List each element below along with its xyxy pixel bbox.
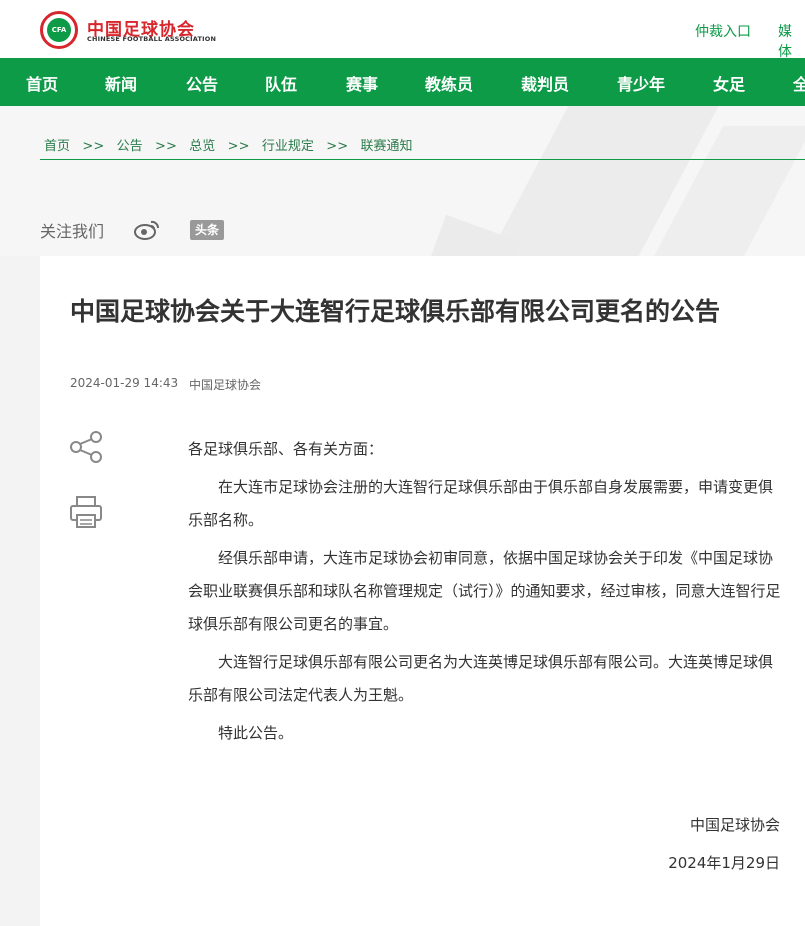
breadcrumb: 首页 >> 公告 >> 总览 >> 行业规定 >> 联赛通知 <box>44 135 413 154</box>
nav-item-referees[interactable]: 裁判员 <box>521 71 569 95</box>
header-band <box>0 106 805 256</box>
article-signature: 中国足球协会 <box>689 816 780 834</box>
article-paragraph: 大连智行足球俱乐部有限公司更名为大连英博足球俱乐部有限公司。大连英博足球俱乐部有… <box>188 653 774 704</box>
article-paragraph: 特此公告。 <box>218 724 294 742</box>
article-source: 中国足球协会 <box>189 378 262 392</box>
article-title: 中国足球协会关于大连智行足球俱乐部有限公司更名的公告 <box>70 297 721 326</box>
article-paragraph: 在大连市足球协会注册的大连智行足球俱乐部由于俱乐部自身发展需要，申请变更俱乐部名… <box>188 478 774 529</box>
nav-item-womens[interactable]: 女足 <box>713 71 745 95</box>
nav-item-teams[interactable]: 队伍 <box>265 71 297 95</box>
arbitration-link[interactable]: 仲裁入口 <box>695 21 751 41</box>
cfa-logo[interactable]: CFA <box>40 11 78 49</box>
article-paragraph: 经俱乐部申请，大连市足球协会初审同意，依据中国足球协会关于印发《中国足球协会职业… <box>188 549 781 633</box>
nav-item-coaches[interactable]: 教练员 <box>425 71 473 95</box>
weibo-icon[interactable] <box>133 218 161 240</box>
logo-subtitle: CHINESE FOOTBALL ASSOCIATION <box>87 35 217 43</box>
nav-item-news[interactable]: 新闻 <box>105 71 137 95</box>
breadcrumb-overview[interactable]: 总览 <box>189 139 215 154</box>
media-link[interactable]: 媒体 <box>778 21 805 61</box>
top-bar: CFA 中国足球协会 CHINESE FOOTBALL ASSOCIATION … <box>0 0 805 61</box>
logo-badge: CFA <box>51 26 67 34</box>
nav-item-events[interactable]: 赛事 <box>346 71 378 95</box>
print-icon[interactable] <box>69 495 103 529</box>
breadcrumb-separator: >> <box>227 139 250 154</box>
breadcrumb-regulations[interactable]: 行业规定 <box>262 139 314 154</box>
article-body: 各足球俱乐部、各有关方面： 在大连市足球协会注册的大连智行足球俱乐部由于俱乐部自… <box>188 433 783 750</box>
breadcrumb-divider <box>40 159 805 160</box>
breadcrumb-separator: >> <box>326 139 349 154</box>
nav-item-notices[interactable]: 公告 <box>186 71 218 95</box>
share-icon[interactable] <box>69 431 103 463</box>
nav-item-youth[interactable]: 青少年 <box>617 71 665 95</box>
breadcrumb-notices[interactable]: 公告 <box>117 139 143 154</box>
breadcrumb-separator: >> <box>155 139 177 154</box>
article-date: 2024-01-29 14:43 <box>70 376 179 390</box>
main-nav: 首页 新闻 公告 队伍 赛事 教练员 裁判员 青少年 女足 全 <box>0 58 805 106</box>
nav-item-more[interactable]: 全 <box>793 71 805 95</box>
toutiao-icon[interactable]: 头条 <box>190 220 224 240</box>
breadcrumb-league-notice[interactable]: 联赛通知 <box>361 139 413 154</box>
breadcrumb-home[interactable]: 首页 <box>44 139 70 154</box>
follow-label: 关注我们 <box>40 222 105 241</box>
article-sign-date: 2024年1月29日 <box>668 854 780 872</box>
nav-item-home[interactable]: 首页 <box>26 71 58 95</box>
breadcrumb-separator: >> <box>82 139 105 154</box>
article-salutation: 各足球俱乐部、各有关方面： <box>188 440 384 458</box>
